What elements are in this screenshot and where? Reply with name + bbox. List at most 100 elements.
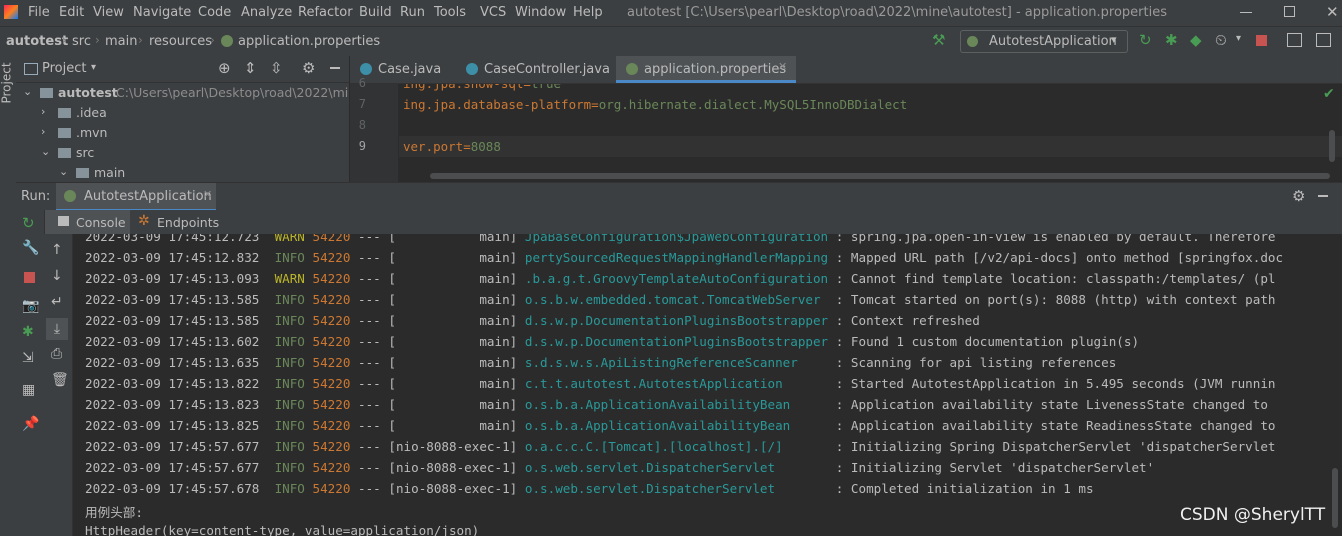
- menu-view[interactable]: View: [93, 5, 124, 20]
- run-tab[interactable]: AutotestApplication ✕: [56, 183, 216, 211]
- log-timestamp: 2022-03-09 17:45:12.832: [85, 250, 260, 265]
- log-pid: 54220: [312, 376, 351, 391]
- pin-icon[interactable]: 📌: [22, 416, 39, 432]
- log-level: INFO: [274, 418, 305, 433]
- tree-item-label: main: [94, 165, 126, 180]
- menu-run[interactable]: Run: [400, 5, 425, 20]
- layout-icon[interactable]: [1316, 33, 1331, 47]
- hammer-build-icon[interactable]: ⚒: [932, 31, 945, 49]
- console-tab[interactable]: Console: [44, 210, 130, 234]
- tree-row-idea[interactable]: › .idea: [16, 103, 349, 123]
- rerun-icon[interactable]: ↻: [22, 214, 35, 232]
- log-timestamp: 2022-03-09 17:45:12.723: [85, 234, 260, 244]
- menu-vcs[interactable]: VCS: [480, 5, 506, 20]
- run-config-select[interactable]: AutotestApplication ▾: [960, 30, 1128, 53]
- collapse-all-icon[interactable]: ⇳: [270, 59, 283, 77]
- log-row: 2022-03-09 17:45:13.825 INFO 54220 --- […: [85, 418, 1276, 439]
- log-thread: [ main]: [388, 418, 518, 433]
- log-level: INFO: [274, 250, 305, 265]
- breadcrumb-project[interactable]: autotest: [6, 34, 68, 49]
- gear-icon[interactable]: ⚙: [1292, 187, 1305, 205]
- project-view-label[interactable]: Project: [42, 61, 86, 76]
- editor-horizontal-scrollbar[interactable]: [430, 173, 1330, 179]
- console-vertical-scrollbar[interactable]: [1332, 468, 1338, 528]
- stop-icon[interactable]: [1256, 35, 1267, 46]
- expand-all-icon[interactable]: ⇕: [244, 59, 257, 77]
- endpoints-tab[interactable]: ✲ Endpoints: [132, 210, 222, 234]
- chevron-down-icon[interactable]: ▾: [1236, 33, 1241, 44]
- chevron-down-icon[interactable]: ▾: [91, 62, 96, 73]
- breadcrumb-resources[interactable]: resources: [149, 34, 212, 49]
- project-stripe-button[interactable]: Project: [0, 62, 14, 103]
- stop-icon[interactable]: [24, 272, 35, 283]
- log-level: INFO: [274, 334, 305, 349]
- menu-refactor[interactable]: Refactor: [298, 5, 353, 20]
- exit-icon[interactable]: ⇲: [22, 350, 34, 366]
- log-thread: [nio-8088-exec-1]: [388, 481, 518, 496]
- tree-row-mvn[interactable]: › .mvn: [16, 123, 349, 143]
- editor-vertical-scrollbar[interactable]: [1329, 130, 1335, 162]
- tree-row-src[interactable]: ⌄ src: [16, 143, 349, 163]
- tab-application-properties[interactable]: application.properties ✕: [616, 56, 796, 83]
- tree-row-root[interactable]: ⌄ autotest C:\Users\pearl\Desktop\road\2…: [16, 83, 349, 103]
- tree-item-label: .mvn: [76, 125, 108, 140]
- chevron-right-icon: ›: [41, 105, 46, 118]
- log-message: : spring.jpa.open-in-view is enabled by …: [835, 234, 1276, 244]
- property-key: ing.jpa.show-sql: [403, 84, 523, 91]
- log-pid: 54220: [312, 397, 351, 412]
- code-editor[interactable]: ing.jpa.show-sql=true ing.jpa.database-p…: [399, 84, 1342, 182]
- rerun-icon[interactable]: ↻: [1139, 31, 1152, 49]
- tree-row-main[interactable]: ⌄ main: [16, 163, 349, 183]
- run-label: Run:: [21, 189, 51, 204]
- log-level: INFO: [274, 355, 305, 370]
- minimize-icon[interactable]: [1240, 12, 1252, 13]
- log-level: INFO: [274, 460, 305, 475]
- coverage-icon[interactable]: ◆: [1190, 31, 1202, 49]
- log-level: WARN: [274, 234, 305, 244]
- menu-edit[interactable]: Edit: [59, 5, 84, 20]
- tree-item-label: src: [76, 145, 95, 160]
- log-timestamp: 2022-03-09 17:45:13.635: [85, 355, 260, 370]
- tab-label: Case.java: [378, 62, 442, 77]
- arrow-down-icon[interactable]: ↓: [51, 268, 63, 284]
- close-tab-icon[interactable]: ✕: [203, 188, 212, 201]
- camera-icon[interactable]: 📷: [22, 298, 39, 314]
- hide-icon[interactable]: [330, 67, 340, 69]
- breadcrumb-main[interactable]: main: [105, 34, 137, 49]
- arrow-up-icon[interactable]: ↑: [51, 242, 63, 258]
- menu-navigate[interactable]: Navigate: [133, 5, 191, 20]
- close-window-icon[interactable]: ✕: [1326, 3, 1339, 21]
- menu-build[interactable]: Build: [359, 5, 392, 20]
- console-output[interactable]: 2022-03-09 17:45:12.723 WARN 54220 --- […: [73, 234, 1342, 536]
- menu-tools[interactable]: Tools: [434, 5, 466, 20]
- print-icon[interactable]: ⎙: [51, 346, 62, 362]
- debug-bug-icon[interactable]: ✱: [22, 324, 34, 340]
- log-logger: d.s.w.p.DocumentationPluginsBootstrapper: [524, 334, 829, 349]
- wrench-icon[interactable]: 🔧: [22, 240, 39, 256]
- tab-casecontroller-java[interactable]: CaseController.java: [456, 56, 616, 83]
- close-tab-icon[interactable]: ✕: [778, 60, 787, 73]
- profiler-icon[interactable]: ⏲: [1215, 31, 1227, 49]
- locate-icon[interactable]: ⊕: [218, 59, 231, 77]
- menu-help[interactable]: Help: [573, 5, 603, 20]
- log-row: 2022-03-09 17:45:13.823 INFO 54220 --- […: [85, 397, 1268, 418]
- log-level: INFO: [274, 439, 305, 454]
- gear-icon[interactable]: ⚙: [302, 59, 315, 77]
- properties-file-icon: [221, 35, 233, 47]
- scroll-to-end-icon[interactable]: ⤓: [46, 318, 68, 340]
- hide-icon[interactable]: [1318, 195, 1328, 197]
- project-structure-icon[interactable]: [1287, 33, 1302, 47]
- soft-wrap-icon[interactable]: ↵: [51, 294, 63, 310]
- menu-code[interactable]: Code: [198, 5, 231, 20]
- menu-window[interactable]: Window: [515, 5, 566, 20]
- menu-analyze[interactable]: Analyze: [241, 5, 292, 20]
- breadcrumb-src[interactable]: src: [72, 34, 91, 49]
- property-key: ing.jpa.database-platform: [403, 97, 592, 112]
- menu-file[interactable]: File: [28, 5, 50, 20]
- debug-icon[interactable]: ✱: [1165, 31, 1178, 49]
- layout-icon[interactable]: ▦: [22, 382, 35, 398]
- log-message: : Context refreshed: [835, 313, 980, 328]
- breadcrumb-file[interactable]: application.properties: [238, 34, 380, 49]
- trash-icon[interactable]: 🗑: [51, 372, 69, 388]
- restore-icon[interactable]: [1284, 6, 1295, 17]
